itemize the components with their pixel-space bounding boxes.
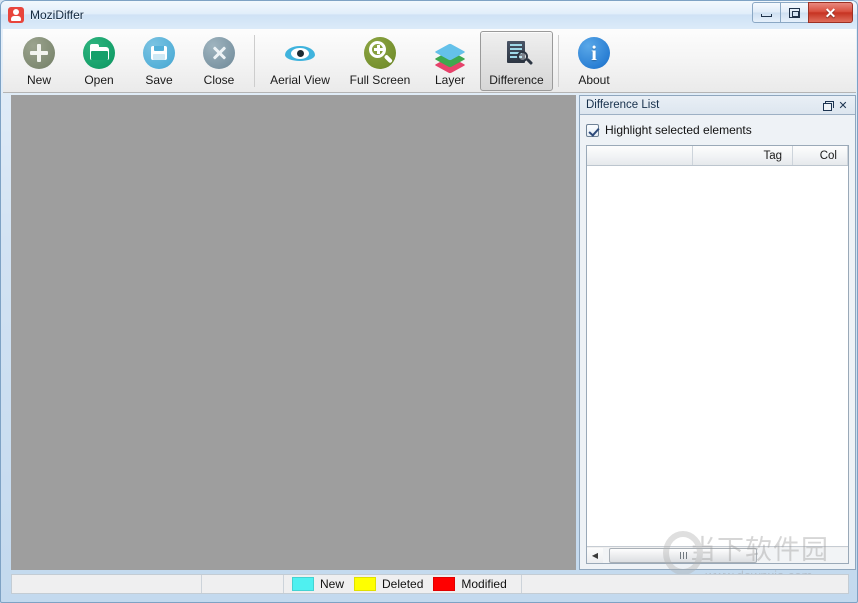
panel-close-button[interactable]: ✕ (835, 98, 851, 113)
scrollbar-thumb[interactable] (609, 547, 757, 563)
open-folder-icon (82, 36, 116, 70)
minimize-button[interactable] (752, 2, 781, 23)
toolbar-button-close-doc[interactable]: Close (189, 31, 249, 91)
toolbar-button-full-screen[interactable]: Full Screen (340, 31, 420, 91)
panel-title: Difference List (586, 99, 660, 111)
difference-legend: New Deleted Modified (284, 575, 522, 593)
maximize-icon (789, 7, 800, 18)
eye-icon (283, 36, 317, 70)
legend-swatch-new (292, 577, 314, 591)
legend-swatch-deleted (354, 577, 377, 591)
toolbar-label-layer: Layer (434, 73, 466, 87)
table-column-header-col[interactable]: Col (793, 146, 848, 165)
toolbar-button-difference[interactable]: Difference (480, 31, 553, 91)
info-icon: i (577, 36, 611, 70)
table-horizontal-scrollbar[interactable]: ◀ (587, 546, 848, 563)
highlight-selected-checkbox[interactable] (586, 123, 599, 137)
panel-body: Highlight selected elements Tag Col ◀ (580, 115, 855, 569)
window-title: MoziDiffer (30, 8, 84, 22)
status-cell-3 (520, 575, 522, 593)
toolbar-label-about: About (578, 73, 610, 87)
window-controls: ✕ (752, 2, 853, 23)
close-button[interactable]: ✕ (808, 2, 853, 23)
legend-swatch-modified (433, 577, 456, 591)
toolbar-button-new[interactable]: New (9, 31, 69, 91)
main-toolbar: New Open Save Close Aerial View Full Scr… (3, 29, 856, 93)
difference-table[interactable]: Tag Col ◀ (586, 145, 849, 564)
toolbar-label-save: Save (145, 73, 173, 87)
legend-label-modified: Modified (461, 577, 507, 591)
minimize-icon (761, 13, 772, 17)
magnifier-plus-icon (363, 36, 397, 70)
drawing-canvas[interactable] (11, 95, 576, 570)
toolbar-label-open: Open (84, 73, 114, 87)
status-cell-1 (12, 575, 202, 593)
panel-title-bar: Difference List ✕ (580, 96, 855, 115)
legend-label-deleted: Deleted (382, 577, 424, 591)
scroll-left-arrow-icon[interactable]: ◀ (587, 547, 603, 563)
title-bar: MoziDiffer ✕ (1, 1, 857, 29)
toolbar-separator-1 (254, 35, 255, 87)
toolbar-button-aerial-view[interactable]: Aerial View (260, 31, 340, 91)
toolbar-button-about[interactable]: i About (564, 31, 624, 91)
table-header-row: Tag Col (587, 146, 848, 166)
difference-icon (500, 36, 534, 70)
toolbar-label-close: Close (203, 73, 235, 87)
layers-icon (433, 36, 467, 74)
highlight-selected-label: Highlight selected elements (605, 123, 752, 137)
toolbar-button-layer[interactable]: Layer (420, 31, 480, 91)
difference-list-panel: Difference List ✕ Highlight selected ele… (579, 95, 856, 570)
toolbar-label-full-screen: Full Screen (349, 73, 411, 87)
toolbar-label-new: New (26, 73, 51, 87)
restore-icon (822, 100, 834, 111)
table-column-header-tag[interactable]: Tag (693, 146, 793, 165)
maximize-button[interactable] (780, 2, 809, 23)
toolbar-button-open[interactable]: Open (69, 31, 129, 91)
legend-label-new: New (320, 577, 345, 591)
close-icon: ✕ (824, 4, 837, 21)
toolbar-label-aerial-view: Aerial View (270, 73, 330, 87)
close-circle-icon (202, 36, 236, 70)
highlight-selected-row[interactable]: Highlight selected elements (586, 120, 849, 140)
toolbar-separator-2 (558, 35, 559, 87)
table-column-header-blank[interactable] (587, 146, 693, 165)
scrollbar-grip-icon (679, 551, 687, 559)
save-disk-icon (142, 36, 176, 70)
application-window: MoziDiffer ✕ New Open Save Close Aerial … (0, 0, 858, 603)
table-body[interactable] (587, 166, 848, 546)
panel-restore-button[interactable] (819, 98, 835, 113)
scrollbar-track[interactable] (603, 547, 848, 563)
status-bar: New Deleted Modified (11, 574, 849, 594)
toolbar-button-save[interactable]: Save (129, 31, 189, 91)
new-icon (22, 36, 56, 70)
status-cell-2 (202, 575, 284, 593)
toolbar-label-difference: Difference (489, 73, 544, 87)
app-logo-icon (8, 7, 24, 23)
